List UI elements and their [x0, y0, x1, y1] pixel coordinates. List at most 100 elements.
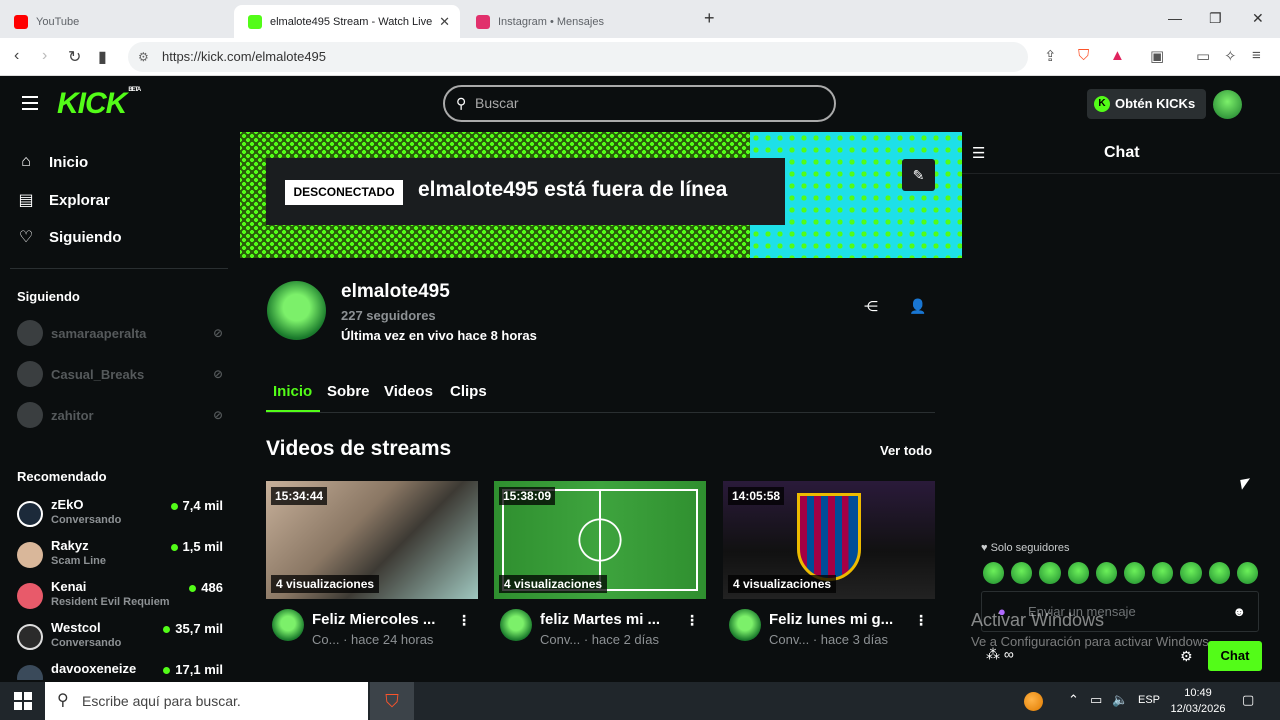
offline-icon: ⊘ [212, 367, 223, 381]
maximize-icon[interactable]: ❐ [1209, 10, 1222, 27]
avatar [17, 665, 43, 680]
tab-videos[interactable]: Videos [384, 383, 433, 400]
reload-icon[interactable]: ↻ [68, 47, 81, 67]
edit-banner-button[interactable]: ✎ [902, 159, 935, 191]
recommended-channel[interactable]: davooxeneize 17,1 mil [17, 661, 227, 680]
tab-instagram[interactable]: Instagram • Mensajes [462, 5, 692, 38]
offline-message: elmalote495 está fuera de línea [418, 178, 728, 201]
taskbar-search-input[interactable]: ⚲ Escribe aquí para buscar. [45, 682, 368, 720]
emote-icon[interactable] [1152, 562, 1174, 584]
collapse-chat-icon[interactable]: ☰ [972, 144, 985, 162]
gear-icon[interactable]: ⚙ [1180, 648, 1193, 665]
channel-tabs: Inicio Sobre Videos Clips [266, 380, 935, 413]
chat-title: Chat [1104, 144, 1140, 161]
system-clock[interactable]: 10:49 12/03/2026 [1170, 685, 1226, 717]
tab-youtube[interactable]: YouTube [0, 5, 232, 38]
language-indicator[interactable]: ESP [1138, 694, 1160, 706]
avatar[interactable] [500, 609, 532, 641]
video-title[interactable]: Feliz lunes mi g... [769, 611, 893, 628]
forward-icon[interactable]: › [42, 47, 47, 65]
more-options-icon[interactable]: ⋮ [457, 612, 471, 629]
share-channel-icon[interactable]: ⋲ [864, 298, 878, 315]
emoji-icon[interactable]: ☻ [1232, 592, 1246, 632]
reader-icon[interactable]: ▣ [1150, 47, 1164, 65]
video-thumbnail[interactable]: 15:34:44 4 visualizaciones [266, 481, 478, 599]
avatar[interactable] [272, 609, 304, 641]
tab-kick-stream[interactable]: elmalote495 Stream - Watch Live ✕ [234, 5, 460, 38]
menu-icon[interactable]: ≡ [1252, 47, 1261, 64]
new-tab-button[interactable]: + [704, 8, 715, 29]
minimize-icon[interactable]: — [1168, 10, 1182, 26]
video-thumbnail[interactable]: 14:05:58 4 visualizaciones [723, 481, 935, 599]
video-title[interactable]: Feliz Miercoles ... [312, 611, 435, 628]
emote-icon[interactable] [1180, 562, 1202, 584]
recommended-channel[interactable]: zEkO Conversando 7,4 mil [17, 497, 227, 533]
kick-logo[interactable]: KICK BETA [57, 87, 141, 121]
bookmark-icon[interactable]: ▮ [98, 47, 107, 67]
brave-rewards-icon[interactable]: ▲ [1110, 47, 1125, 64]
recommended-channel[interactable]: Rakyz Scam Line 1,5 mil [17, 538, 227, 574]
brave-shield-icon[interactable]: ⛉ [1078, 47, 1089, 64]
leo-ai-icon[interactable]: ✧ [1224, 47, 1237, 65]
windows-start-icon[interactable] [14, 692, 32, 710]
viewer-count: 1,5 mil [170, 539, 223, 554]
more-options-icon[interactable]: ⋮ [685, 612, 699, 629]
beta-badge: BETA [128, 87, 141, 93]
avatar[interactable] [729, 609, 761, 641]
notifications-icon[interactable]: ▢ [1242, 692, 1254, 708]
video-category[interactable]: Co... [312, 632, 339, 647]
wallet-icon[interactable]: ▭ [1196, 47, 1210, 65]
volume-icon[interactable]: 🔈 [1112, 692, 1128, 708]
user-avatar[interactable] [1213, 90, 1242, 119]
tab-clips[interactable]: Clips [450, 383, 487, 400]
follow-user-icon[interactable]: 👤 [909, 298, 926, 315]
emote-icon[interactable] [1236, 562, 1259, 584]
sidebar-item-following[interactable]: ♡ Siguiendo [17, 225, 122, 249]
emote-icon[interactable] [1124, 562, 1146, 584]
network-icon[interactable]: ▭ [1090, 692, 1102, 708]
following-channel[interactable]: samaraaperalta ⊘ [17, 319, 227, 347]
channel-name: zahitor [51, 407, 94, 423]
following-channel[interactable]: Casual_Breaks ⊘ [17, 360, 227, 388]
video-title[interactable]: feliz Martes mi ... [540, 611, 660, 628]
video-category[interactable]: Conv... [540, 632, 580, 647]
emote-icon[interactable] [1208, 562, 1230, 584]
close-tab-icon[interactable]: ✕ [439, 14, 450, 30]
sidebar-item-explore[interactable]: ▤ Explorar [17, 188, 109, 212]
more-options-icon[interactable]: ⋮ [914, 612, 928, 629]
heart-icon: ♥ [981, 542, 988, 554]
video-category[interactable]: Conv... [769, 632, 809, 647]
url-field[interactable]: ⚙ https://kick.com/elmalote495 [128, 42, 1028, 72]
back-icon[interactable]: ‹ [14, 47, 19, 65]
recommended-channel[interactable]: Westcol Conversando 35,7 mil [17, 620, 227, 656]
following-channel[interactable]: zahitor ⊘ [17, 401, 227, 429]
get-kicks-button[interactable]: K Obtén KICKs [1087, 89, 1206, 119]
video-thumbnail[interactable]: 15:38:09 4 visualizaciones [494, 481, 706, 599]
send-chat-button[interactable]: Chat [1208, 641, 1262, 671]
site-header: KICK BETA ⚲ Buscar K Obtén KICKs [0, 76, 1280, 132]
share-icon[interactable]: ⇪ [1044, 47, 1057, 65]
chevron-up-icon[interactable]: ⌃ [1068, 692, 1079, 708]
app-tray-icon[interactable] [1024, 692, 1043, 711]
emote-icon[interactable] [1095, 562, 1118, 584]
tab-sobre[interactable]: Sobre [327, 383, 370, 400]
search-input[interactable]: ⚲ Buscar [443, 85, 836, 122]
emote-icon[interactable] [983, 562, 1005, 584]
emote-icon[interactable] [1011, 562, 1033, 584]
hamburger-menu-icon[interactable] [22, 96, 38, 110]
emote-icon[interactable] [1067, 562, 1089, 584]
emote-icon[interactable] [1039, 562, 1061, 584]
see-all-link[interactable]: Ver todo [880, 443, 932, 458]
close-window-icon[interactable]: ✕ [1252, 10, 1264, 27]
offline-notice: DESCONECTADO elmalote495 está fuera de l… [266, 158, 785, 225]
tab-inicio[interactable]: Inicio [273, 383, 312, 400]
channel-avatar[interactable] [267, 281, 326, 340]
chat-features-icon[interactable]: ⁂ ∞ [986, 646, 1014, 663]
recommended-heading: Recomendado [17, 469, 107, 484]
sidebar-item-home[interactable]: ⌂ Inicio [17, 150, 88, 174]
brave-taskbar-icon[interactable]: ⛉ [370, 682, 414, 720]
site-settings-icon[interactable]: ⚙ [138, 42, 149, 72]
live-dot-icon [170, 544, 178, 552]
avatar [17, 361, 43, 387]
recommended-channel[interactable]: Kenai Resident Evil Requiem 486 [17, 579, 227, 615]
